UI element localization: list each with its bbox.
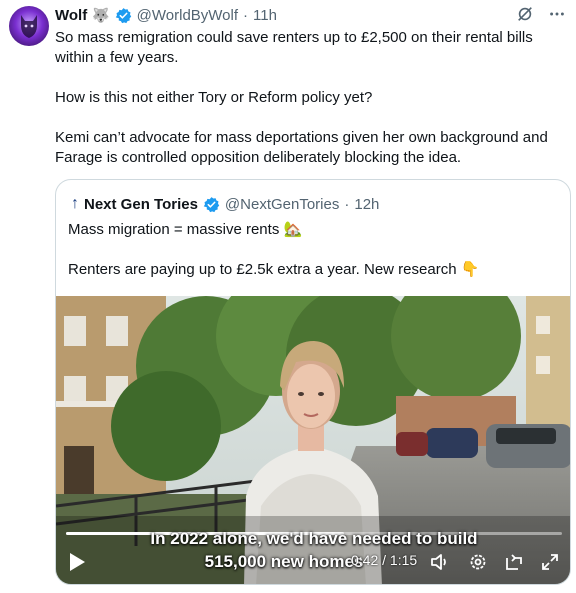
quoted-paragraph: Renters are paying up to £2.5k extra a y… <box>68 261 480 278</box>
video-controls: 0:42 / 1:15 <box>56 548 570 578</box>
volume-icon[interactable] <box>430 552 450 572</box>
quoted-header: ↑ Next Gen Tories @NextGenTories · 12h <box>71 194 379 214</box>
more-options-icon[interactable] <box>548 5 566 23</box>
tweet-paragraph: So mass remigration could save renters u… <box>55 29 533 66</box>
quoted-tweet-card[interactable]: ↑ Next Gen Tories @NextGenTories · 12h M… <box>55 179 571 585</box>
tweet-header: Wolf 🐺 @WorldByWolf · 11h <box>55 5 277 25</box>
quoted-avatar-arrow: ↑ <box>71 195 79 212</box>
video-time-display: 0:42 / 1:15 <box>351 552 418 568</box>
verified-badge-icon <box>203 196 220 212</box>
tweet-paragraph: How is this not either Tory or Reform po… <box>55 89 373 106</box>
fullscreen-icon[interactable] <box>540 552 560 572</box>
popout-icon[interactable] <box>504 552 524 572</box>
grok-slash-icon[interactable] <box>516 5 534 23</box>
author-avatar[interactable] <box>9 6 49 46</box>
separator-dot: · <box>243 6 249 24</box>
tweet-timestamp[interactable]: 11h <box>253 7 277 24</box>
settings-icon[interactable] <box>468 552 488 572</box>
quoted-text: Mass migration = massive rents 🏡 Renters… <box>68 220 558 280</box>
author-name[interactable]: Wolf <box>55 7 87 24</box>
video-caption-line: In 2022 alone, we'd have needed to build <box>150 529 478 548</box>
author-emoji: 🐺 <box>92 6 110 23</box>
tweet-text: So mass remigration could save renters u… <box>55 28 570 168</box>
author-handle[interactable]: @WorldByWolf <box>137 7 238 24</box>
separator-dot: · <box>344 195 350 213</box>
play-icon[interactable] <box>68 552 86 572</box>
quoted-timestamp[interactable]: 12h <box>354 196 379 213</box>
tweet-paragraph: Kemi can’t advocate for mass deportation… <box>55 129 548 166</box>
quoted-paragraph: Mass migration = massive rents 🏡 <box>68 221 303 238</box>
video-player[interactable]: In 2022 alone, we'd have needed to build… <box>56 296 570 584</box>
top-actions <box>516 5 566 23</box>
quoted-author-handle[interactable]: @NextGenTories <box>225 196 339 213</box>
verified-badge-icon <box>115 7 131 23</box>
wolf-avatar-icon <box>21 15 37 38</box>
quoted-author-name[interactable]: Next Gen Tories <box>84 196 198 213</box>
